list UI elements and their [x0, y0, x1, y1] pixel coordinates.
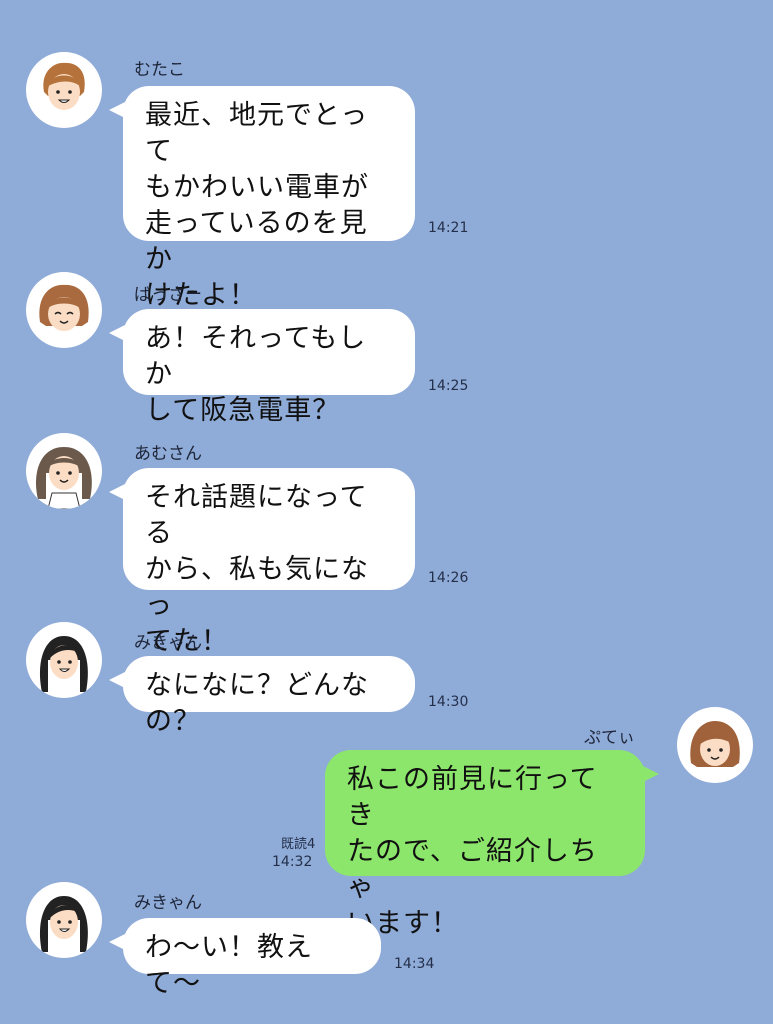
avatar-mikyan[interactable]	[26, 882, 102, 958]
message-time: 14:34	[394, 956, 435, 972]
bubble-tail	[109, 932, 129, 952]
sender-name: ばっさー	[134, 285, 202, 305]
sender-name: みきゃん	[134, 633, 202, 653]
message-time: 14:25	[428, 378, 469, 394]
avatar-mikyan[interactable]	[26, 622, 102, 698]
avatar-puty[interactable]	[677, 707, 753, 783]
bubble-tail	[109, 100, 129, 120]
chat-area: むたこ 最近、地元でとって もかわいい電車が 走っているのを見か けたよ！ 14…	[0, 0, 773, 1024]
read-receipt: 既読4	[281, 837, 316, 852]
bubble-tail	[109, 670, 129, 690]
avatar-bassa[interactable]	[26, 272, 102, 348]
message-bubble[interactable]: あ！それってもしか して阪急電車？	[109, 309, 415, 426]
message-bubble[interactable]: わ〜い！教えて〜	[109, 918, 381, 999]
message-bubble-outgoing[interactable]: 私この前見に行ってき たので、ご紹介しちゃ います！	[325, 750, 659, 939]
bubble-tail	[109, 482, 129, 502]
message-time: 14:32	[272, 854, 313, 870]
sender-name: あむさん	[134, 444, 202, 464]
bubble-tail	[109, 323, 129, 343]
message-text: あ！それってもしか して阪急電車？	[145, 323, 367, 426]
message-bubble[interactable]: 最近、地元でとって もかわいい電車が 走っているのを見か けたよ！	[109, 86, 415, 311]
message-text: なになに？どんなの？	[145, 670, 369, 737]
sender-name: ぷてぃ	[584, 728, 635, 748]
avatar-mutako[interactable]	[26, 52, 102, 128]
bubble-tail	[639, 764, 659, 784]
message-bubble[interactable]: それ話題になってる から、私も気になっ てた！	[109, 468, 415, 657]
message-time: 14:21	[428, 220, 469, 236]
message-time: 14:30	[428, 694, 469, 710]
message-time: 14:26	[428, 570, 469, 586]
avatar-amusan[interactable]	[26, 433, 102, 509]
message-text: わ〜い！教えて〜	[145, 932, 313, 999]
message-bubble[interactable]: なになに？どんなの？	[109, 656, 415, 737]
sender-name: みきゃん	[134, 893, 202, 913]
sender-name: むたこ	[134, 60, 185, 80]
message-text: 私この前見に行ってき たので、ご紹介しちゃ います！	[347, 764, 598, 939]
